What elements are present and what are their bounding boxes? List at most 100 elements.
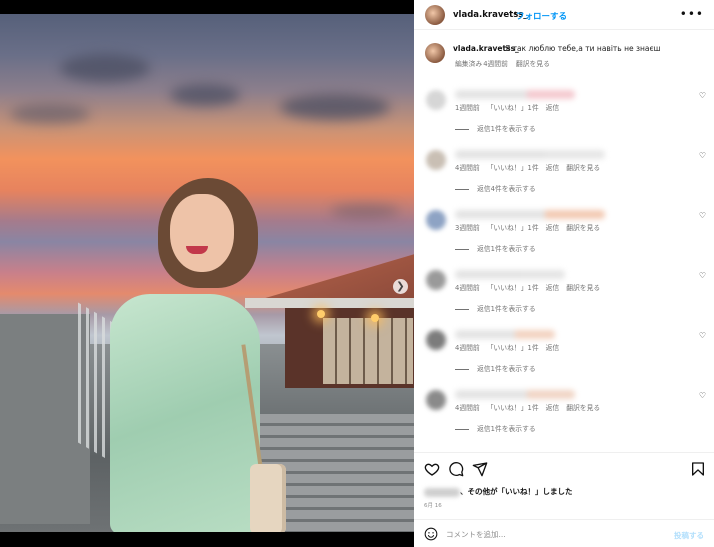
heart-icon[interactable]: ♡ bbox=[699, 331, 706, 340]
cloud bbox=[10, 104, 90, 124]
replies-line bbox=[455, 128, 469, 130]
green-shirt bbox=[110, 294, 260, 532]
building-windows bbox=[323, 318, 413, 384]
add-comment-bar: 投稿する bbox=[414, 519, 714, 547]
comment-text-blurred bbox=[455, 150, 605, 159]
comment-item: 4週間前 「いいね！」1件 返信 ♡ 返信1件を表示する bbox=[414, 324, 714, 384]
view-replies-label[interactable]: 返信1件を表示する bbox=[477, 125, 536, 133]
comment-likes[interactable]: 「いいね！」1件 bbox=[487, 164, 539, 172]
comment-item: 3週間前 「いいね！」1件 返信 翻訳を見る ♡ 返信1件を表示する bbox=[414, 204, 714, 264]
post-comment-button[interactable]: 投稿する bbox=[674, 530, 704, 541]
comment-time: 4週間前 bbox=[455, 344, 480, 352]
comment-likes[interactable]: 「いいね！」1件 bbox=[487, 104, 539, 112]
lamp bbox=[317, 310, 325, 318]
edited-label: 編集済み bbox=[455, 60, 483, 68]
caption-meta: 編集済み4週間前 翻訳を見る bbox=[455, 58, 556, 68]
comment-meta: 4週間前 「いいね！」1件 返信 翻訳を見る bbox=[455, 162, 607, 172]
person bbox=[100, 174, 286, 532]
reply-button[interactable]: 返信 bbox=[546, 104, 560, 112]
likes-text[interactable]: 、その他が「いいね！」しました bbox=[460, 487, 573, 496]
replies-line bbox=[455, 368, 469, 370]
comment-item: 4週間前 「いいね！」1件 返信 翻訳を見る ♡ 返信1件を表示する bbox=[414, 384, 714, 444]
avatar[interactable] bbox=[425, 5, 445, 25]
comment-likes[interactable]: 「いいね！」1件 bbox=[487, 284, 539, 292]
comment-avatar-blurred[interactable] bbox=[426, 270, 446, 290]
comment-text-blurred bbox=[455, 270, 565, 279]
comment-likes[interactable]: 「いいね！」1件 bbox=[487, 224, 539, 232]
view-replies-label[interactable]: 返信1件を表示する bbox=[477, 365, 536, 373]
more-options-icon[interactable]: ••• bbox=[680, 7, 704, 21]
heart-icon[interactable]: ♡ bbox=[699, 211, 706, 220]
translate-link[interactable]: 翻訳を見る bbox=[516, 60, 550, 68]
wall bbox=[0, 314, 90, 524]
view-replies-link[interactable]: 返信1件を表示する bbox=[455, 423, 536, 433]
comment-meta: 4週間前 「いいね！」1件 返信 翻訳を見る bbox=[455, 282, 607, 292]
reply-button[interactable]: 返信 bbox=[546, 344, 560, 352]
comment-text-blurred bbox=[455, 330, 555, 339]
comment-item: 4週間前 「いいね！」1件 返信 翻訳を見る ♡ 返信1件を表示する bbox=[414, 264, 714, 324]
heart-icon[interactable]: ♡ bbox=[699, 391, 706, 400]
share-icon[interactable] bbox=[472, 461, 488, 477]
emoji-icon[interactable] bbox=[424, 527, 438, 541]
chevron-right-icon[interactable]: ❯ bbox=[393, 279, 408, 294]
comment-meta: 1週間前 「いいね！」1件 返信 bbox=[455, 102, 566, 112]
comment-avatar-blurred[interactable] bbox=[426, 330, 446, 350]
liker-name-blurred[interactable] bbox=[424, 487, 460, 497]
comment-item: 1週間前 「いいね！」1件 返信 ♡ 返信1件を表示する bbox=[414, 84, 714, 144]
view-replies-link[interactable]: 返信1件を表示する bbox=[455, 303, 536, 313]
translate-link[interactable]: 翻訳を見る bbox=[566, 404, 600, 412]
reply-button[interactable]: 返信 bbox=[546, 164, 560, 172]
translate-link[interactable]: 翻訳を見る bbox=[566, 224, 600, 232]
heart-icon[interactable]: ♡ bbox=[699, 151, 706, 160]
translate-link[interactable]: 翻訳を見る bbox=[566, 164, 600, 172]
translate-link[interactable]: 翻訳を見る bbox=[566, 284, 600, 292]
view-replies-link[interactable]: 返信4件を表示する bbox=[455, 183, 536, 193]
likes-summary: 、その他が「いいね！」しました bbox=[424, 486, 573, 497]
comment-meta: 4週間前 「いいね！」1件 返信 bbox=[455, 342, 566, 352]
heart-icon[interactable] bbox=[424, 461, 440, 477]
replies-line bbox=[455, 248, 469, 250]
post-panel: vlada.kravetss_ • フォローする ••• vlada.krave… bbox=[414, 0, 714, 547]
view-replies-label[interactable]: 返信1件を表示する bbox=[477, 425, 536, 433]
comment-time: 4週間前 bbox=[455, 404, 480, 412]
reply-button[interactable]: 返信 bbox=[546, 284, 560, 292]
comment-meta: 3週間前 「いいね！」1件 返信 翻訳を見る bbox=[455, 222, 607, 232]
comment-text-blurred bbox=[455, 390, 575, 399]
lamp bbox=[371, 314, 379, 322]
comment-avatar-blurred[interactable] bbox=[426, 150, 446, 170]
comment-avatar-blurred[interactable] bbox=[426, 390, 446, 410]
replies-line bbox=[455, 428, 469, 430]
comment-input[interactable] bbox=[446, 526, 656, 542]
comment-time: 4週間前 bbox=[455, 284, 480, 292]
cloud bbox=[280, 94, 390, 120]
face bbox=[170, 194, 234, 272]
caption-text: Я так люблю тебе,а ти навіть не знаєш bbox=[505, 44, 661, 53]
comment-avatar-blurred[interactable] bbox=[426, 90, 446, 110]
comment-avatar-blurred[interactable] bbox=[426, 210, 446, 230]
view-replies-label[interactable]: 返信1件を表示する bbox=[477, 245, 536, 253]
heart-icon[interactable]: ♡ bbox=[699, 91, 706, 100]
replies-line bbox=[455, 308, 469, 310]
view-replies-label[interactable]: 返信4件を表示する bbox=[477, 185, 536, 193]
caption-avatar[interactable] bbox=[425, 43, 445, 63]
view-replies-label[interactable]: 返信1件を表示する bbox=[477, 305, 536, 313]
comment-icon[interactable] bbox=[448, 461, 464, 477]
cloud bbox=[330, 204, 400, 218]
reply-button[interactable]: 返信 bbox=[546, 404, 560, 412]
reply-button[interactable]: 返信 bbox=[546, 224, 560, 232]
post-header: vlada.kravetss_ • フォローする ••• bbox=[414, 0, 714, 30]
comment-likes[interactable]: 「いいね！」1件 bbox=[487, 344, 539, 352]
follow-button[interactable]: フォローする bbox=[516, 10, 567, 22]
handbag bbox=[250, 464, 286, 532]
comment-likes[interactable]: 「いいね！」1件 bbox=[487, 404, 539, 412]
comment-text-blurred bbox=[455, 210, 605, 219]
view-replies-link[interactable]: 返信1件を表示する bbox=[455, 243, 536, 253]
view-replies-link[interactable]: 返信1件を表示する bbox=[455, 363, 536, 373]
bookmark-icon[interactable] bbox=[690, 461, 706, 477]
heart-icon[interactable]: ♡ bbox=[699, 271, 706, 280]
comment-time: 4週間前 bbox=[455, 164, 480, 172]
view-replies-link[interactable]: 返信1件を表示する bbox=[455, 123, 536, 133]
comment-meta: 4週間前 「いいね！」1件 返信 翻訳を見る bbox=[455, 402, 607, 412]
post-date: 6月 16 bbox=[424, 503, 442, 509]
cloud bbox=[170, 84, 240, 106]
